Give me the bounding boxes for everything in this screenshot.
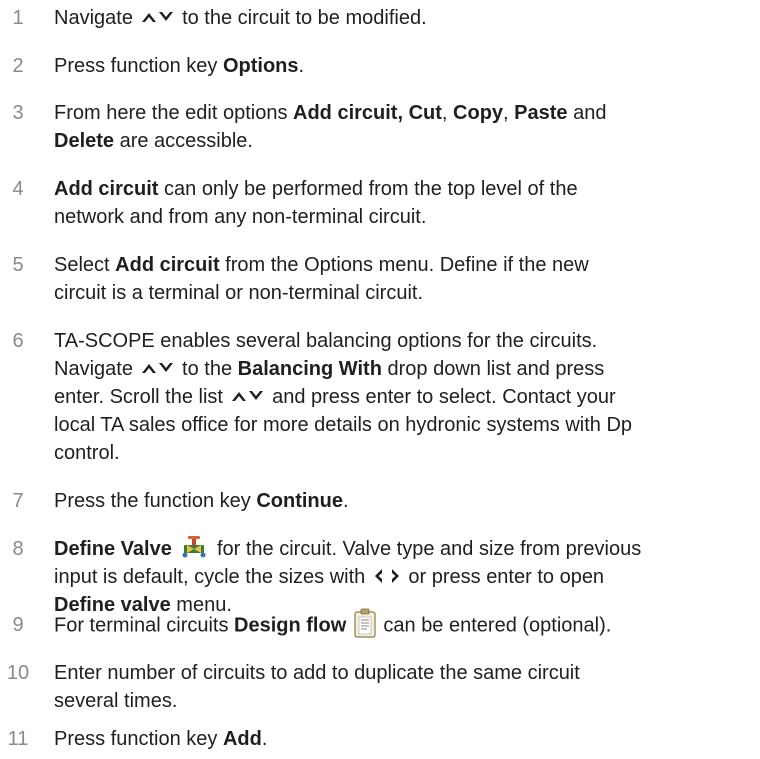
- valve-icon: [182, 535, 206, 558]
- step-text: Enter number of circuits to add to dupli…: [54, 662, 580, 712]
- step-number: 9: [12, 614, 24, 636]
- step-number: 11: [7, 728, 29, 750]
- step-text: Press function key Add.: [54, 728, 268, 750]
- step-number: 8: [12, 538, 24, 560]
- up-down-arrows-icon: [141, 11, 173, 22]
- step-number: 6: [12, 330, 24, 352]
- step-number: 7: [12, 490, 24, 512]
- step-text: For terminal circuits Design flow can be…: [54, 608, 754, 641]
- step-text: Navigate to the circuit to be modified.: [54, 7, 427, 29]
- step-text: Press the function key Continue.: [54, 490, 349, 512]
- up-down-arrows-icon: [141, 362, 173, 373]
- step-number: 4: [12, 178, 24, 200]
- step-number: 5: [12, 254, 24, 276]
- step-number: 1: [12, 7, 24, 29]
- step-text: Press function key Options.: [54, 55, 305, 77]
- step-text: TA-SCOPE enables several balancing optio…: [54, 330, 633, 464]
- step-text: Select Add circuit from the Options menu…: [54, 254, 589, 304]
- clipboard-icon: [354, 608, 376, 638]
- step-text: Define Valve for the circuit. Valve type…: [54, 535, 754, 619]
- step-text: From here the edit options Add circuit, …: [54, 102, 607, 152]
- step-number: 10: [6, 662, 30, 684]
- step-number: 3: [12, 102, 24, 124]
- step-number: 2: [12, 55, 24, 77]
- up-down-arrows-icon: [231, 390, 263, 401]
- left-right-arrows-icon: [374, 568, 399, 583]
- step-text: Add circuit can only be performed from t…: [54, 178, 578, 228]
